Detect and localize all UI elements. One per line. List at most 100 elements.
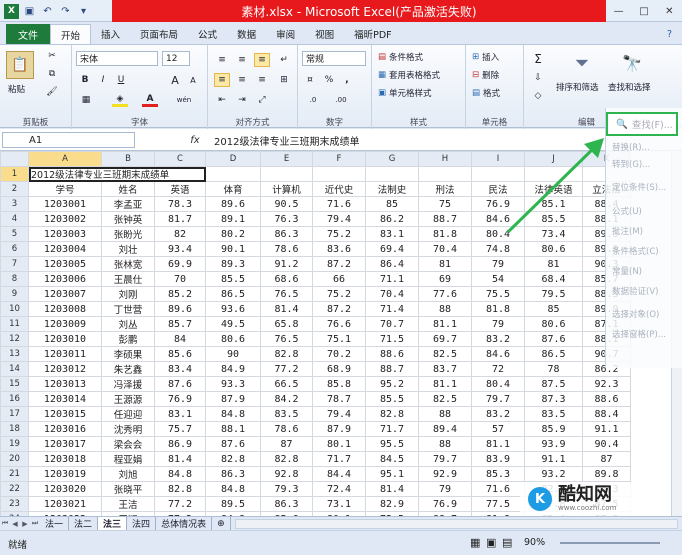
number-format-select[interactable]: 常规	[302, 51, 366, 66]
cell[interactable]: 83.1	[154, 406, 206, 422]
cell[interactable]: 85.7	[154, 316, 206, 332]
row-number[interactable]: 4	[0, 211, 29, 227]
cell[interactable]: 68.9	[312, 361, 366, 377]
cell[interactable]: 75	[418, 196, 472, 212]
cell[interactable]: 88.1	[205, 421, 261, 437]
row-number[interactable]: 1	[0, 166, 29, 182]
cell[interactable]: 95.2	[365, 376, 419, 392]
merge-center-icon[interactable]: ⊞	[276, 73, 292, 87]
cell[interactable]: 89.1	[205, 211, 261, 227]
tab-file[interactable]: 文件	[6, 24, 50, 44]
decrease-indent-icon[interactable]: ⇤	[214, 93, 230, 107]
sheet-tab[interactable]: 总体情况表	[156, 517, 213, 530]
row-number[interactable]: 13	[0, 346, 29, 362]
autosum-button[interactable]: Σ	[530, 51, 546, 67]
decrease-decimal-button[interactable]: .00	[328, 93, 354, 107]
cell[interactable]: 81.1	[418, 316, 472, 332]
cell[interactable]: 83.5	[524, 406, 583, 422]
cell[interactable]: 1203004	[28, 241, 102, 257]
cell[interactable]: 83.1	[365, 226, 419, 242]
cell[interactable]: 1203007	[28, 286, 102, 302]
maximize-icon[interactable]: □	[631, 0, 656, 22]
last-sheet-icon[interactable]: ⏭	[30, 519, 40, 528]
cell[interactable]: 76.3	[260, 211, 313, 227]
tab-review[interactable]: 审阅	[266, 24, 305, 44]
cell[interactable]: 84.9	[205, 361, 261, 377]
cell[interactable]	[418, 166, 472, 182]
cell[interactable]: 75.2	[312, 226, 366, 242]
cell[interactable]: 71.7	[312, 451, 366, 467]
cell[interactable]: 1203002	[28, 211, 102, 227]
cell[interactable]: 76.5	[260, 331, 313, 347]
cell[interactable]: 81	[418, 256, 472, 272]
cell[interactable]: 79	[418, 481, 472, 497]
column-header[interactable]: F	[312, 151, 366, 167]
cell[interactable]: 72	[471, 361, 525, 377]
cell[interactable]: 93.9	[524, 436, 583, 452]
shrink-font-button[interactable]: A	[186, 73, 200, 87]
tab-view[interactable]: 视图	[305, 24, 344, 44]
bold-button[interactable]: B	[78, 73, 92, 87]
cell[interactable]: 1203001	[28, 196, 102, 212]
cell[interactable]: 1203011	[28, 346, 102, 362]
select-all-corner[interactable]	[0, 151, 29, 167]
cell[interactable]: 71.6	[471, 481, 525, 497]
minimize-icon[interactable]: —	[606, 0, 631, 22]
cell[interactable]: 75.1	[312, 331, 366, 347]
first-sheet-icon[interactable]: ⏮	[0, 519, 10, 528]
cell[interactable]: 75.2	[312, 286, 366, 302]
cell[interactable]: 彭鹏	[101, 331, 155, 347]
grow-font-button[interactable]: A	[168, 73, 182, 87]
cell[interactable]: 70.2	[312, 346, 366, 362]
cell[interactable]: 81.1	[418, 376, 472, 392]
cell[interactable]: 65.8	[260, 316, 313, 332]
cell[interactable]: 89.6	[205, 196, 261, 212]
wrap-text-icon[interactable]: ↵	[276, 53, 292, 67]
cell[interactable]: 68.6	[260, 271, 313, 287]
cell[interactable]: 93.6	[205, 301, 261, 317]
header-cell[interactable]: 近代史	[312, 181, 366, 197]
cell-styles-button[interactable]: ▣ 单元格样式	[378, 87, 432, 99]
align-bottom-icon[interactable]: ≡	[254, 53, 270, 67]
row-number[interactable]: 3	[0, 196, 29, 212]
menu-item-select-objects[interactable]: 选择对象(O)	[612, 308, 659, 320]
borders-icon[interactable]: ▦	[78, 93, 94, 107]
cell[interactable]: 87	[582, 451, 631, 467]
orientation-icon[interactable]: ⤢	[254, 93, 270, 107]
cell[interactable]: 刘旭	[101, 466, 155, 482]
paste-icon[interactable]: 📋	[6, 51, 34, 79]
cell[interactable]: 1203008	[28, 301, 102, 317]
column-header[interactable]: D	[205, 151, 261, 167]
cell[interactable]: 88.4	[582, 406, 631, 422]
row-number[interactable]: 20	[0, 451, 29, 467]
header-cell[interactable]: 英语	[154, 181, 206, 197]
cell[interactable]: 1203009	[28, 316, 102, 332]
zoom-slider[interactable]	[560, 542, 660, 544]
cell[interactable]: 张晓平	[101, 481, 155, 497]
cell[interactable]: 1203013	[28, 376, 102, 392]
cell[interactable]: 1203006	[28, 271, 102, 287]
cell[interactable]: 85	[365, 196, 419, 212]
cell[interactable]: 82.5	[418, 346, 472, 362]
excel-app-icon[interactable]: X	[4, 3, 19, 19]
cell[interactable]: 87.6	[154, 376, 206, 392]
fill-down-icon[interactable]: ⇩	[530, 71, 546, 85]
cell[interactable]: 72.4	[312, 481, 366, 497]
cell[interactable]: 85.6	[154, 346, 206, 362]
cell[interactable]: 79.7	[471, 391, 525, 407]
conditional-formatting-button[interactable]: ▤ 条件格式	[378, 51, 423, 63]
cell[interactable]: 76.9	[154, 391, 206, 407]
increase-indent-icon[interactable]: ⇥	[234, 93, 250, 107]
header-cell[interactable]: 学号	[28, 181, 102, 197]
cell[interactable]: 95.1	[365, 466, 419, 482]
cell[interactable]	[205, 166, 261, 182]
cell[interactable]: 80.6	[524, 241, 583, 257]
column-header[interactable]: C	[154, 151, 206, 167]
cell[interactable]: 87.3	[524, 391, 583, 407]
cell[interactable]: 77.6	[418, 286, 472, 302]
cell[interactable]: 81.4	[154, 451, 206, 467]
cell[interactable]: 85.9	[524, 421, 583, 437]
cell[interactable]: 92.3	[582, 376, 631, 392]
tab-formulas[interactable]: 公式	[188, 24, 227, 44]
cell[interactable]: 王源源	[101, 391, 155, 407]
